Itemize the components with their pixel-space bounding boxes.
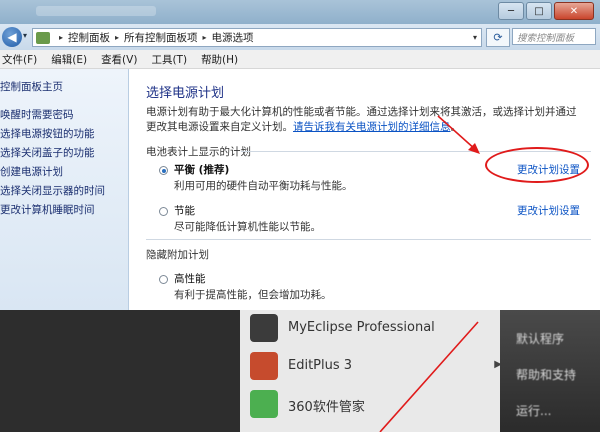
annotation-arrow-line (437, 115, 477, 151)
annotation-red-line (379, 321, 479, 432)
annotation-overlay (379, 115, 480, 432)
